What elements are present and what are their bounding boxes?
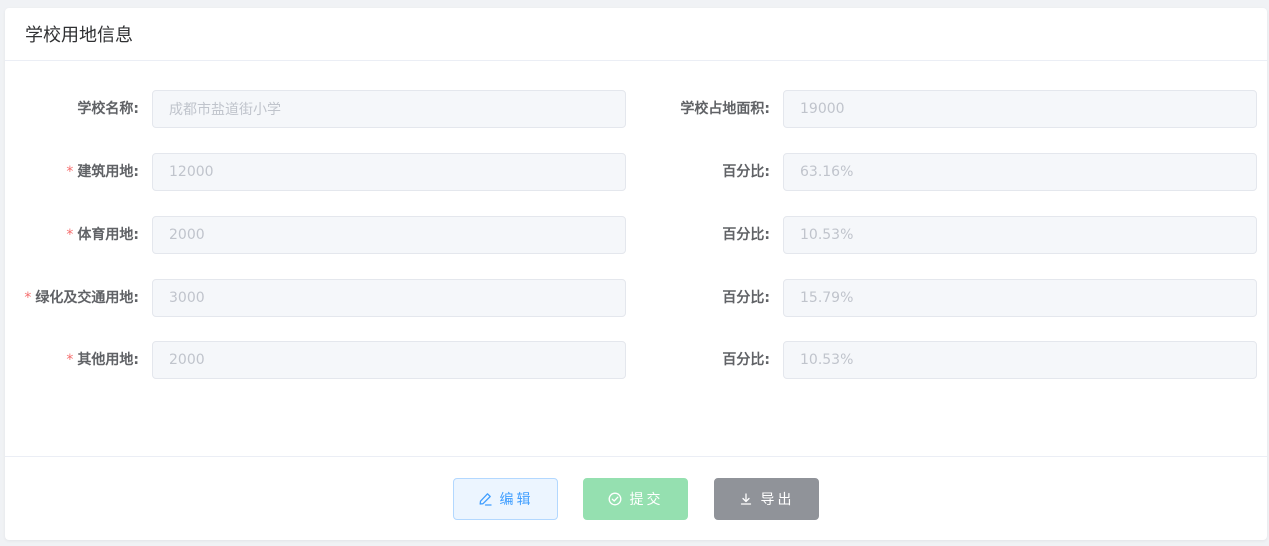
school-name-field[interactable]: [152, 90, 626, 128]
other-percent-field[interactable]: [783, 341, 1257, 379]
school-area-label: 学校占地面积:: [680, 101, 770, 117]
school-name-label: 学校名称:: [77, 101, 139, 117]
form-row-other-land: *其他用地: 百分比:: [5, 341, 1267, 379]
form-row-green-traffic-land: *绿化及交通用地: 百分比:: [5, 279, 1267, 317]
form-row-school-name: 学校名称: 学校占地面积:: [5, 90, 1267, 128]
export-button[interactable]: 导出: [714, 478, 819, 520]
building-land-field[interactable]: [152, 153, 626, 191]
land-info-form: 学校名称: 学校占地面积: *建筑用地: 百分比: *体育用地:: [5, 61, 1267, 456]
required-mark: *: [24, 290, 32, 306]
sports-percent-field[interactable]: [783, 216, 1257, 254]
building-percent-field[interactable]: [783, 153, 1257, 191]
green-traffic-percent-label: 百分比:: [722, 290, 770, 306]
form-footer: 编辑 提交 导出: [5, 456, 1267, 540]
school-area-field[interactable]: [783, 90, 1257, 128]
sports-land-field[interactable]: [152, 216, 626, 254]
required-mark: *: [66, 227, 74, 243]
green-traffic-land-field[interactable]: [152, 279, 626, 317]
circle-check-icon: [608, 492, 622, 506]
form-row-sports-land: *体育用地: 百分比:: [5, 216, 1267, 254]
required-mark: *: [66, 164, 74, 180]
other-percent-label: 百分比:: [722, 352, 770, 368]
card-header: 学校用地信息: [5, 8, 1267, 61]
sports-land-label: * 体育用地:: [66, 227, 139, 243]
form-row-building-land: *建筑用地: 百分比:: [5, 153, 1267, 191]
green-traffic-land-label: * 绿化及交通用地:: [24, 290, 139, 306]
required-mark: *: [66, 352, 74, 368]
other-land-label: * 其他用地:: [66, 352, 139, 368]
sports-percent-label: 百分比:: [722, 227, 770, 243]
land-info-card: 学校用地信息 学校名称: 学校占地面积: *建筑用地: 百分比:: [5, 8, 1267, 540]
download-icon: [739, 492, 753, 506]
green-traffic-percent-field[interactable]: [783, 279, 1257, 317]
other-land-field[interactable]: [152, 341, 626, 379]
edit-button[interactable]: 编辑: [453, 478, 558, 520]
building-land-label: * 建筑用地:: [66, 164, 139, 180]
building-percent-label: 百分比:: [722, 164, 770, 180]
submit-button[interactable]: 提交: [583, 478, 688, 520]
edit-pen-icon: [478, 492, 492, 506]
card-title: 学校用地信息: [25, 25, 133, 46]
